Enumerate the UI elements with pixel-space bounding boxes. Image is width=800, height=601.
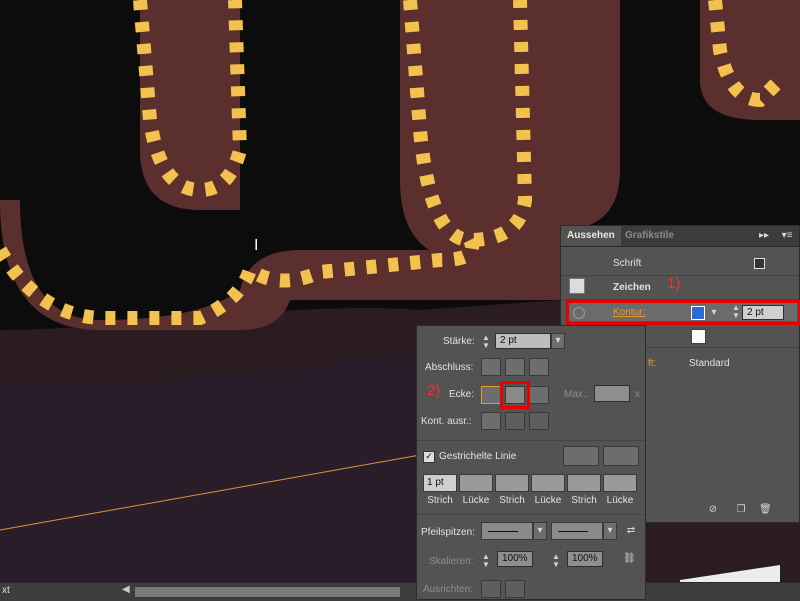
highlight-corner-round [500,381,530,409]
appearance-tabbar: Aussehen Grafikstile ▸▸ ▾≡ [561,226,799,247]
max-field[interactable] [594,385,630,402]
gap-3-field[interactable] [603,474,637,492]
scale-start-field[interactable]: 100% [497,551,533,567]
dash-label: Strich [427,495,453,506]
dash-label: Strich [571,495,597,506]
row-schrift[interactable]: Schrift [613,258,641,269]
align-arrow-1-button[interactable] [481,580,501,598]
dash-exact-button[interactable] [563,446,599,466]
staerke-dropdown[interactable]: ▾ [551,333,565,349]
dashed-label: Gestrichelte Linie [439,451,517,462]
dash-2-field[interactable] [495,474,529,492]
gap-label: Lücke [606,495,634,506]
row-zeichen[interactable]: Zeichen [613,282,651,293]
scale-stepper-icon[interactable]: ▲ ▼ [481,553,491,569]
arrow-end-select[interactable] [551,522,603,540]
corner-miter-button[interactable] [481,386,501,404]
tab-aussehen[interactable]: Aussehen [561,226,621,246]
staerke-field[interactable]: 2 pt [495,333,551,349]
chevron-down-icon: ▾ [537,525,543,536]
status-text: xt [2,585,10,596]
panel-menu-icon[interactable]: ▾≡ [779,230,795,242]
corner-bevel-button[interactable] [529,386,549,404]
duplicate-icon[interactable] [754,258,765,269]
fl-partial-label[interactable]: ft: [648,358,656,369]
abschluss-label: Abschluss: [425,362,474,373]
dash-align-corners-button[interactable] [603,446,639,466]
horizontal-scrollbar[interactable] [135,587,400,597]
link-icon[interactable]: ⛓ [623,553,636,565]
fill-swatch[interactable] [691,329,706,344]
max-unit: x [635,389,640,400]
tab-grafikstile[interactable]: Grafikstile [619,226,680,246]
status-bar: xt ◀ [0,582,800,601]
gap-2-field[interactable] [531,474,565,492]
align-outside-button[interactable] [529,412,549,430]
align-center-button[interactable] [481,412,501,430]
no-entry-icon[interactable]: ⊘ [707,504,719,516]
trash-icon[interactable]: 🗑 [759,504,772,516]
zeichen-swatch[interactable] [569,278,585,294]
gap-label: Lücke [534,495,562,506]
divider [417,514,645,515]
cap-square-button[interactable] [529,358,549,376]
highlight-kontur [566,300,800,325]
kont-ausr-label: Kont. ausr.: [421,416,472,427]
scale-end-field[interactable]: 100% [567,551,603,567]
max-label: Max.: [564,389,589,400]
chevron-down-icon: ▾ [607,525,613,536]
pfeilspitzen-label: Pfeilspitzen: [421,527,475,538]
gap-1-field[interactable] [459,474,493,492]
standard-label[interactable]: Standard [689,358,730,369]
scroll-left-icon[interactable]: ◀ [122,584,130,595]
dash-label: Strich [499,495,525,506]
cap-round-button[interactable] [505,358,525,376]
dash-1-field[interactable]: 1 pt [423,474,457,492]
arrow-start-dropdown[interactable]: ▾ [533,522,547,540]
align-inside-button[interactable] [505,412,525,430]
canvas-violet-area [0,350,420,600]
stroke-panel: Stärke: ▲ ▼ 2 pt ▾ Abschluss: 2) Ecke: Ma… [416,325,646,600]
dash-3-field[interactable] [567,474,601,492]
gap-label: Lücke [462,495,490,506]
arrow-end-dropdown[interactable]: ▾ [603,522,617,540]
text-cursor-icon: I [254,237,258,254]
cap-butt-button[interactable] [481,358,501,376]
annotation-1: 1) [667,275,681,292]
dashed-checkbox[interactable]: ✓ [423,451,435,463]
staerke-stepper-icon[interactable]: ▲ ▼ [481,334,491,350]
double-chevron-icon[interactable]: ▸▸ [757,230,771,242]
chevron-down-icon: ▾ [555,335,561,346]
align-arrow-2-button[interactable] [505,580,525,598]
scale-stepper-icon[interactable]: ▲ ▼ [551,553,561,569]
divider [417,440,645,441]
staerke-label: Stärke: [443,336,475,347]
ecke-label: Ecke: [449,389,475,400]
new-item-icon[interactable]: ❐ [735,504,747,516]
swap-arrows-icon[interactable]: ⇄ [625,525,637,537]
annotation-2: 2) [427,382,441,399]
skalieren-label: Skalieren: [429,556,474,567]
arrow-start-select[interactable] [481,522,533,540]
ausrichten-label: Ausrichten: [423,584,474,595]
